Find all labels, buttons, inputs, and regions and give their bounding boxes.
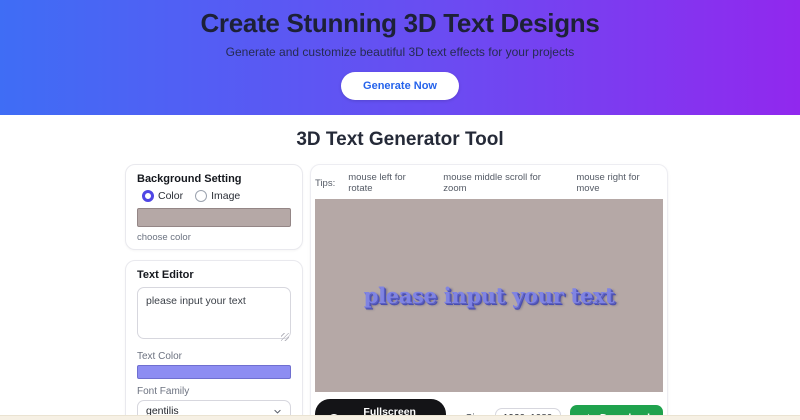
text-input-wrap: please input your text <box>137 287 291 344</box>
background-setting-title: Background Setting <box>137 173 291 186</box>
next-section-edge <box>0 415 800 420</box>
tip-rotate: mouse left for rotate <box>348 172 430 194</box>
radio-option-image[interactable]: Image <box>195 190 240 202</box>
section-title: 3D Text Generator Tool <box>0 129 800 151</box>
text-editor-title: Text Editor <box>137 269 291 282</box>
background-color-swatch[interactable] <box>137 208 291 227</box>
canvas-3d-text: please input your text <box>364 283 615 308</box>
hero-title: Create Stunning 3D Text Designs <box>0 0 800 39</box>
hero-subtitle: Generate and customize beautiful 3D text… <box>0 45 800 59</box>
font-family-label: Font Family <box>137 386 291 397</box>
background-setting-card: Background Setting Color Image choose co… <box>125 164 303 250</box>
radio-option-color-label: Color <box>158 190 183 202</box>
generator-content: Background Setting Color Image choose co… <box>125 164 800 420</box>
background-type-radio-group: Color Image <box>137 190 291 202</box>
radio-option-image-label: Image <box>211 190 240 202</box>
radio-unselected-icon <box>195 190 207 202</box>
tip-move: mouse right for move <box>576 172 663 194</box>
text-editor-card: Text Editor please input your text Text … <box>125 260 303 420</box>
hero-banner: Create Stunning 3D Text Designs Generate… <box>0 0 800 115</box>
choose-color-hint: choose color <box>137 232 291 243</box>
settings-sidebar: Background Setting Color Image choose co… <box>125 164 303 420</box>
text-color-label: Text Color <box>137 351 291 362</box>
preview-canvas[interactable]: please input your text <box>315 199 663 392</box>
text-input[interactable]: please input your text <box>137 287 291 339</box>
text-color-swatch[interactable] <box>137 365 291 379</box>
tips-bar: Tips: mouse left for rotate mouse middle… <box>315 167 663 199</box>
radio-option-color[interactable]: Color <box>142 190 183 202</box>
generate-now-button[interactable]: Generate Now <box>341 72 459 100</box>
preview-panel: Tips: mouse left for rotate mouse middle… <box>310 164 668 420</box>
radio-selected-icon <box>142 190 154 202</box>
tip-zoom: mouse middle scroll for zoom <box>443 172 563 194</box>
tips-prefix: Tips: <box>315 178 335 189</box>
